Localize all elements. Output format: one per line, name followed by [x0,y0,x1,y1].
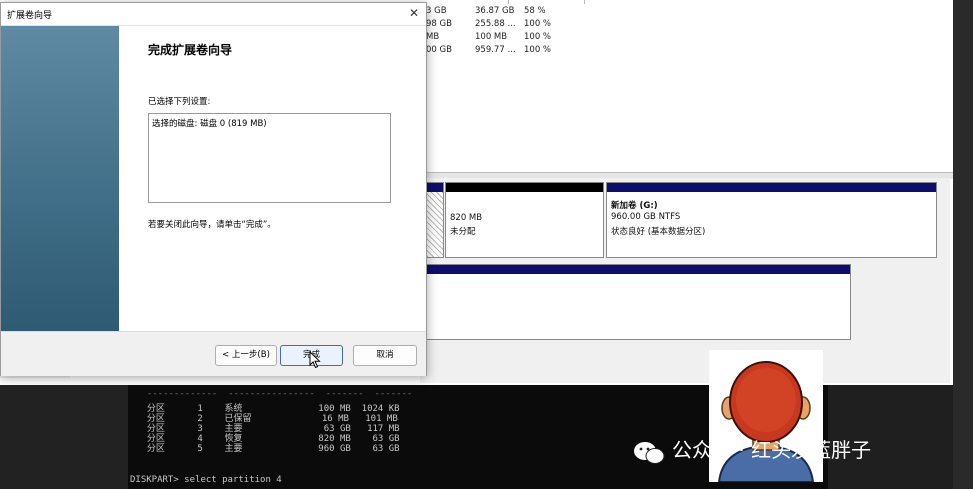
back-button[interactable]: < 上一步(B) [215,345,277,366]
free-percent-cell: 58 % [524,6,546,16]
wizard-heading: 完成扩展卷向导 [148,43,233,57]
partition-size: 820 MB [450,213,483,223]
free-space-cell: 100 MB [475,32,508,42]
partition-header-bar [607,183,936,192]
column-divider [508,0,509,4]
capacity-cell: MB [426,32,440,42]
disk-graphical-view: 820 MB 未分配 新加卷 (G:) 960.00 GB NTFS 状态良好 … [420,178,950,383]
partition-status: 状态良好 (基本数据分区) [611,227,706,237]
selection-label: 已选择下列设置: [148,97,211,107]
finish-hint-text: 若要关闭此向导，请单击“完成”。 [148,220,276,230]
window-edge [953,0,973,489]
capacity-cell: 00 GB [426,45,452,55]
console-line: 分区 4 恢复 820 MB 63 GB [136,434,400,444]
console-separator: ------------- ---------------- ------- -… [136,389,413,399]
volume-row[interactable]: 3 GB 36.87 GB 58 % [420,6,953,19]
mouse-cursor-icon [309,351,321,369]
extend-volume-wizard-dialog: 扩展卷向导 ✕ 完成扩展卷向导 已选择下列设置: 选择的磁盘: 磁盘 0 (81… [0,2,427,376]
partition-name: 新加卷 (G:) [611,201,658,211]
console-prompt: DISKPART> select partition 4 [130,475,282,485]
partition-second-disk[interactable] [422,264,851,340]
capacity-cell: 98 GB [426,19,452,29]
free-space-cell: 255.88 ... [475,19,516,29]
wechat-icon [634,442,665,464]
console-line: 分区 3 主要 63 GB 117 MB [136,424,400,434]
dialog-title-bar[interactable]: 扩展卷向导 ✕ [1,3,426,26]
close-icon[interactable]: ✕ [406,5,422,21]
wizard-side-banner [1,26,119,331]
column-divider [584,0,585,4]
cancel-button[interactable]: 取消 [353,345,417,366]
partition-new-volume-g[interactable]: 新加卷 (G:) 960.00 GB NTFS 状态良好 (基本数据分区) [606,182,937,258]
free-space-cell: 959.77 ... [475,45,516,55]
free-percent-cell: 100 % [524,45,552,55]
partition-header-bar [423,265,850,274]
free-space-cell: 36.87 GB [475,6,515,16]
volume-list: 3 GB 36.87 GB 58 % 98 GB 255.88 ... 100 … [420,0,953,172]
partition-unallocated[interactable]: 820 MB 未分配 [445,182,604,258]
console-line: 分区 5 主要 960 GB 63 GB [136,444,400,454]
free-percent-cell: 100 % [524,32,552,42]
watermark-text: 公众号 · 红头发蓝胖子 [672,438,872,462]
unallocated-header-bar [446,183,603,192]
partition-size: 960.00 GB NTFS [611,212,681,222]
partition-status: 未分配 [450,227,476,237]
selection-summary-text: 选择的磁盘: 磁盘 0 (819 MB) [152,119,267,129]
console-line: 分区 2 已保留 16 MB 101 MB [136,414,398,424]
dialog-footer: < 上一步(B) 完成 取消 [1,331,426,376]
selection-summary-box[interactable]: 选择的磁盘: 磁盘 0 (819 MB) [148,113,391,203]
capacity-cell: 3 GB [426,6,447,16]
dialog-title: 扩展卷向导 [7,11,53,21]
free-percent-cell: 100 % [524,19,552,29]
volume-row[interactable]: 98 GB 255.88 ... 100 % [420,19,953,32]
volume-row[interactable]: 00 GB 959.77 ... 100 % [420,45,953,58]
volume-row[interactable]: MB 100 MB 100 % [420,32,953,45]
console-line: 分区 1 系统 100 MB 1024 KB [136,404,400,414]
